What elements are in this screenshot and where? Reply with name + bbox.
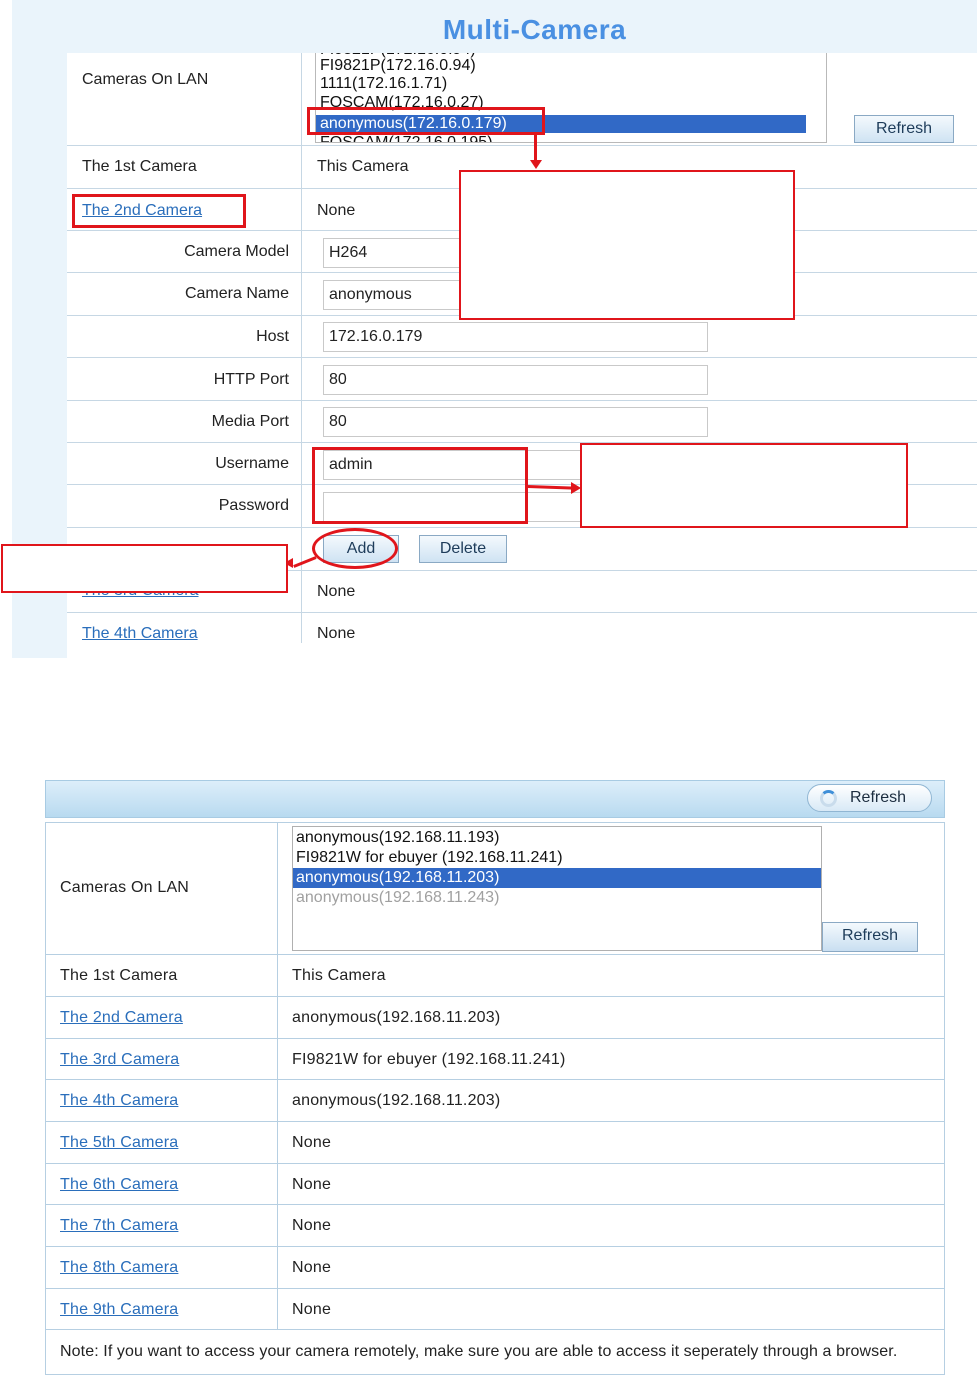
lan-list-item[interactable]: FOSCAM(172.16.0.195) <box>320 134 493 142</box>
highlight-credentials <box>312 447 528 524</box>
ninth-camera-link[interactable]: The 9th Camera <box>60 1301 178 1318</box>
annotation-arrow-head-icon <box>530 160 542 169</box>
camera-row: The 1st Camera This Camera <box>46 955 944 997</box>
annotation-callout-box-3 <box>1 544 288 593</box>
camera-row: The 3rd Camera FI9821W for ebuyer (192.1… <box>46 1039 944 1080</box>
third-camera-link[interactable]: The 3rd Camera <box>60 1051 179 1068</box>
fourth-camera-value: anonymous(192.168.11.203) <box>292 1092 501 1109</box>
refresh-button[interactable]: Refresh <box>822 922 918 952</box>
second-camera-value: None <box>317 202 356 219</box>
lan-list-item[interactable]: FI9821P(172.16.0.94) <box>320 57 476 75</box>
host-input[interactable] <box>323 322 708 352</box>
camera-row: The 4th Camera anonymous(192.168.11.203) <box>46 1080 944 1122</box>
second-camera-link[interactable]: The 2nd Camera <box>60 1009 183 1026</box>
second-camera-value: anonymous(192.168.11.203) <box>292 1009 501 1026</box>
first-camera-value: This Camera <box>317 158 409 175</box>
seventh-camera-link[interactable]: The 7th Camera <box>60 1217 178 1234</box>
media-port-input[interactable] <box>323 407 708 437</box>
third-camera-value: FI9821W for ebuyer (192.168.11.241) <box>292 1051 566 1068</box>
fourth-camera-row: The 4th Camera None <box>67 613 977 658</box>
fourth-camera-link[interactable]: The 4th Camera <box>60 1092 178 1109</box>
annotation-callout-box-1 <box>459 170 795 320</box>
media-port-label: Media Port <box>211 413 289 430</box>
third-camera-value: None <box>317 583 356 600</box>
camera-row: The 8th Camera None <box>46 1247 944 1289</box>
annotation-arrow-line <box>534 135 537 163</box>
first-camera-value: This Camera <box>292 967 386 984</box>
password-label: Password <box>218 497 289 514</box>
http-port-label: HTTP Port <box>213 371 289 388</box>
eighth-camera-value: None <box>292 1259 332 1276</box>
fourth-camera-link[interactable]: The 4th Camera <box>82 625 198 642</box>
first-camera-label: The 1st Camera <box>60 967 178 984</box>
fifth-camera-value: None <box>292 1134 332 1151</box>
delete-button[interactable]: Delete <box>419 535 507 563</box>
camera-row: The 5th Camera None <box>46 1122 944 1164</box>
highlight-add-button <box>312 528 398 569</box>
cameras-on-lan-label: Cameras On LAN <box>82 71 209 88</box>
annotation-callout-box-2 <box>580 443 908 528</box>
refresh-icon <box>820 790 837 807</box>
cameras-on-lan-listbox[interactable]: anonymous(192.168.11.193) FI9821W for eb… <box>292 826 822 951</box>
lan-list-item[interactable]: FI9821W for ebuyer (192.168.11.241) <box>293 848 821 868</box>
panel-header-bar: Refresh <box>45 780 945 818</box>
sixth-camera-link[interactable]: The 6th Camera <box>60 1176 178 1193</box>
seventh-camera-value: None <box>292 1217 332 1234</box>
camera-model-label: Camera Model <box>184 243 289 260</box>
cameras-on-lan-label: Cameras On LAN <box>60 879 190 896</box>
sixth-camera-value: None <box>292 1176 332 1193</box>
multi-camera-panel-bottom: Refresh Cameras On LAN anonymous(192.168… <box>45 780 945 1375</box>
host-row: Host <box>67 316 977 358</box>
host-label: Host <box>256 328 289 345</box>
http-port-row: HTTP Port <box>67 358 977 401</box>
camera-row: The 6th Camera None <box>46 1164 944 1205</box>
first-camera-label: The 1st Camera <box>82 158 197 175</box>
cameras-on-lan-row: Cameras On LAN anonymous(192.168.11.193)… <box>46 823 944 955</box>
camera-row: The 9th Camera None <box>46 1289 944 1330</box>
media-port-row: Media Port <box>67 401 977 443</box>
lan-list-item-selected[interactable]: anonymous(192.168.11.203) <box>293 868 821 888</box>
page-title: Multi-Camera <box>442 14 627 45</box>
eighth-camera-link[interactable]: The 8th Camera <box>60 1259 178 1276</box>
highlight-selected-camera <box>307 107 545 135</box>
http-port-input[interactable] <box>323 365 708 395</box>
camera-row: The 7th Camera None <box>46 1205 944 1247</box>
multi-camera-table: Cameras On LAN anonymous(192.168.11.193)… <box>45 822 945 1375</box>
camera-name-label: Camera Name <box>184 285 289 302</box>
fifth-camera-link[interactable]: The 5th Camera <box>60 1134 178 1151</box>
username-label: Username <box>215 455 289 472</box>
header-refresh-button[interactable]: Refresh <box>807 784 932 812</box>
refresh-button[interactable]: Refresh <box>854 115 954 143</box>
ninth-camera-value: None <box>292 1301 332 1318</box>
fourth-camera-value: None <box>317 625 356 642</box>
lan-list-item[interactable]: anonymous(192.168.11.243) <box>293 888 821 908</box>
highlight-second-camera <box>72 194 246 228</box>
lan-list-item[interactable]: 1111(172.16.1.71) <box>320 75 447 93</box>
lan-list-item[interactable]: anonymous(192.168.11.193) <box>293 828 821 848</box>
remote-access-note: Note: If you want to access your camera … <box>60 1343 898 1360</box>
camera-row: The 2nd Camera anonymous(192.168.11.203) <box>46 997 944 1039</box>
header-refresh-label: Refresh <box>850 789 907 806</box>
